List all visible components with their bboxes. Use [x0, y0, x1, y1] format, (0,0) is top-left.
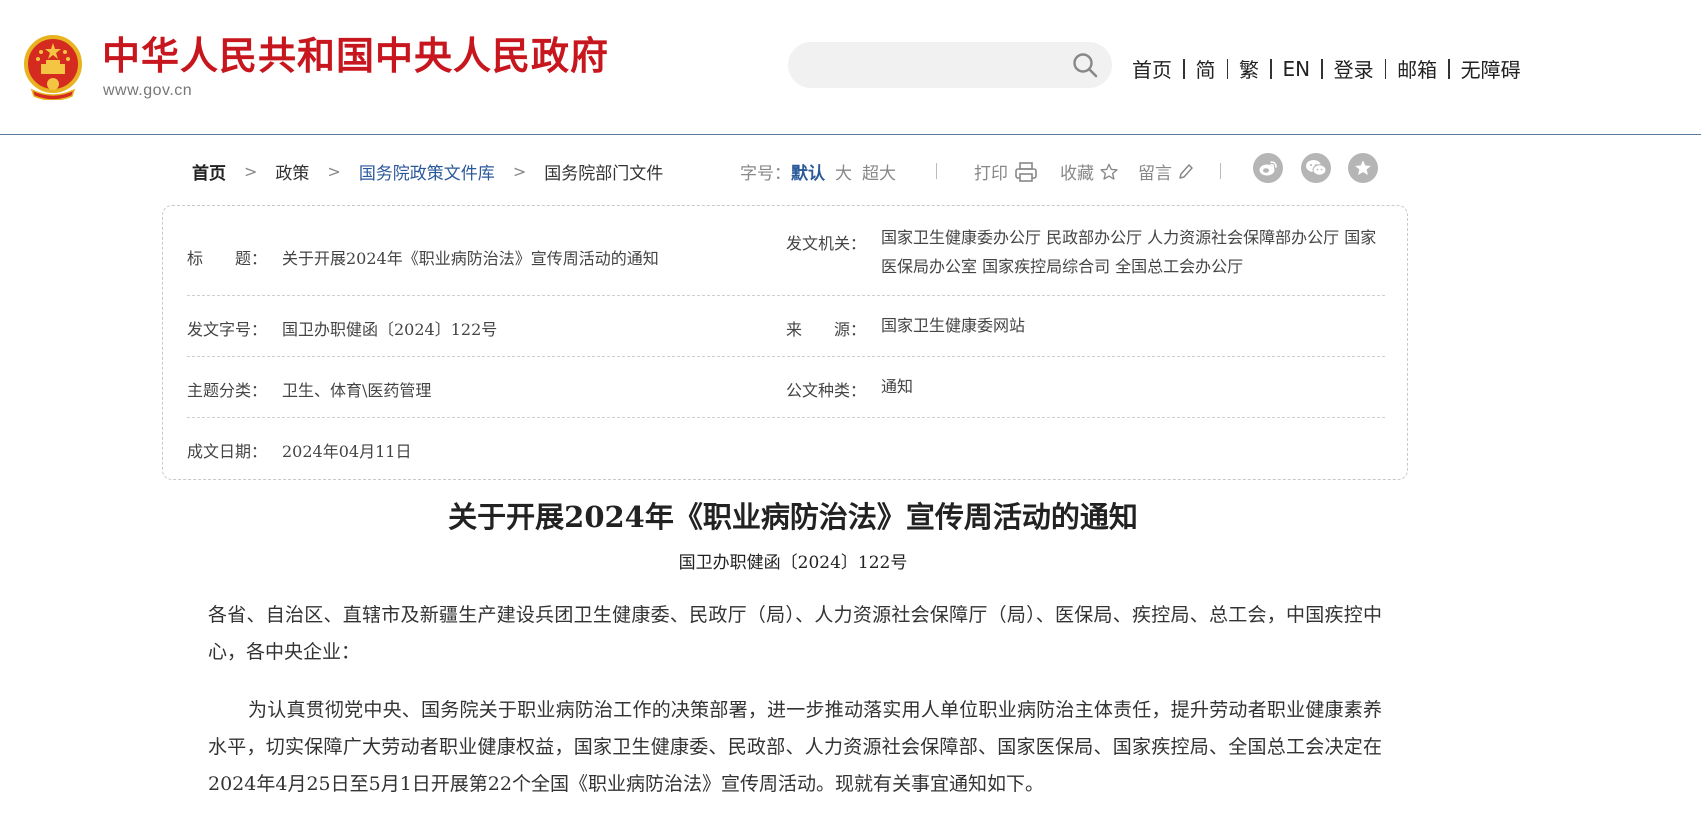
nav-mailbox[interactable]: 邮箱 [1397, 54, 1437, 83]
pencil-icon [1179, 163, 1193, 179]
article-paragraph: 为认真贯彻党中央、国务院关于职业病防治工作的决策部署，进一步推动落实用人单位职业… [208, 699, 1382, 795]
favorite-button[interactable]: 收藏 [1060, 159, 1118, 184]
star-icon [1100, 163, 1118, 180]
article-doc-number: 国卫办职健函〔2024〕122号 [678, 553, 908, 573]
site-header: 中华人民共和国中央人民政府 www.gov.cn 首页 简 繁 EN 登录 邮箱… [0, 0, 1701, 135]
nav-divider [1448, 58, 1450, 79]
breadcrumb-department-docs[interactable]: 国务院部门文件 [544, 159, 663, 184]
breadcrumb-home[interactable]: 首页 [192, 159, 226, 184]
category-label: 主题分类： [187, 381, 268, 400]
wechat-icon [1306, 160, 1327, 176]
share-favorite-button[interactable] [1348, 153, 1378, 183]
favorite-star-icon [1355, 160, 1371, 176]
font-size-default[interactable]: 默认 [791, 159, 825, 184]
search-input[interactable] [788, 42, 1112, 88]
search-icon[interactable] [1072, 52, 1098, 78]
breadcrumb-policy[interactable]: 政策 [275, 159, 309, 184]
nav-divider [1384, 58, 1387, 79]
top-navigation: 首页 简 繁 EN 登录 邮箱 无障碍 [1132, 54, 1521, 83]
info-row: 成文日期： 2024年04月11日 [187, 418, 1385, 474]
breadcrumb: 首页 > 政策 > 国务院政策文件库 > 国务院部门文件 [192, 159, 663, 184]
docno-label: 发文字号： [187, 320, 268, 339]
share-wechat-button[interactable] [1301, 153, 1331, 183]
article-paragraph: 各省、自治区、直辖市及新疆生产建设兵团卫生健康委、民政厅（局）、人力资源社会保障… [208, 604, 1382, 663]
nav-login[interactable]: 登录 [1334, 54, 1374, 83]
font-size-xlarge[interactable]: 超大 [862, 159, 896, 184]
site-domain: www.gov.cn [103, 82, 193, 99]
nav-traditional[interactable]: 繁 [1239, 54, 1259, 83]
article-toolbar: 首页 > 政策 > 国务院政策文件库 > 国务院部门文件 字号： 默认 大 超大… [0, 153, 1701, 187]
share-weibo-button[interactable] [1253, 153, 1283, 183]
national-emblem-icon[interactable] [22, 34, 84, 100]
info-row: 主题分类： 卫生、体育\医药管理 公文种类： 通知 [187, 357, 1385, 418]
comment-label: 留言 [1138, 164, 1172, 184]
breadcrumb-separator: > [512, 162, 527, 181]
nav-home[interactable]: 首页 [1132, 54, 1172, 83]
favorite-label: 收藏 [1060, 164, 1094, 184]
font-size-label: 字号： [740, 164, 791, 184]
nav-divider [1321, 58, 1323, 79]
nav-english[interactable]: EN [1283, 57, 1311, 81]
printer-icon [1015, 161, 1037, 182]
date-label: 成文日期： [187, 442, 268, 461]
docno-value: 国卫办职健函〔2024〕122号 [282, 320, 498, 339]
source-label: 来 源： [786, 320, 867, 339]
article-title: 关于开展2024年《职业病防治法》宣传周活动的通知 [448, 500, 1138, 534]
breadcrumb-separator: > [327, 162, 341, 181]
font-size-large[interactable]: 大 [835, 159, 852, 184]
category-value: 卫生、体育\医药管理 [282, 381, 432, 400]
breadcrumb-separator: > [244, 162, 258, 181]
nav-divider [1183, 58, 1185, 79]
toolbar-divider [936, 163, 937, 179]
breadcrumb-policy-library[interactable]: 国务院政策文件库 [359, 159, 495, 184]
toolbar-divider [1220, 163, 1221, 179]
doc-type-value: 通知 [881, 377, 914, 396]
comment-button[interactable]: 留言 [1138, 159, 1194, 184]
font-size-control: 字号： 默认 大 超大 [740, 159, 896, 184]
site-title[interactable]: 中华人民共和国中央人民政府 [102, 34, 609, 78]
print-button[interactable]: 打印 [974, 159, 1038, 184]
title-label: 标 题： [187, 249, 268, 268]
nav-divider [1270, 58, 1272, 79]
date-value: 2024年04月11日 [282, 442, 412, 461]
weibo-icon [1259, 161, 1277, 176]
source-value: 国家卫生健康委网站 [881, 316, 1026, 335]
issuer-value: 国家卫生健康委办公厅 民政部办公厅 人力资源社会保障部办公厅 国家医保局办公室 … [881, 228, 1377, 276]
print-label: 打印 [974, 164, 1008, 184]
info-row: 标 题： 关于开展2024年《职业病防治法》宣传周活动的通知 发文机关： 国家卫… [187, 218, 1385, 296]
doc-type-label: 公文种类： [786, 381, 867, 400]
issuer-label: 发文机关： [786, 234, 867, 253]
document-info-box: 标 题： 关于开展2024年《职业病防治法》宣传周活动的通知 发文机关： 国家卫… [162, 205, 1408, 480]
info-row: 发文字号： 国卫办职健函〔2024〕122号 来 源： 国家卫生健康委网站 [187, 296, 1385, 357]
nav-accessibility[interactable]: 无障碍 [1461, 54, 1521, 83]
nav-divider [1226, 58, 1228, 79]
nav-simplified[interactable]: 简 [1196, 54, 1216, 83]
title-value: 关于开展2024年《职业病防治法》宣传周活动的通知 [282, 249, 659, 268]
